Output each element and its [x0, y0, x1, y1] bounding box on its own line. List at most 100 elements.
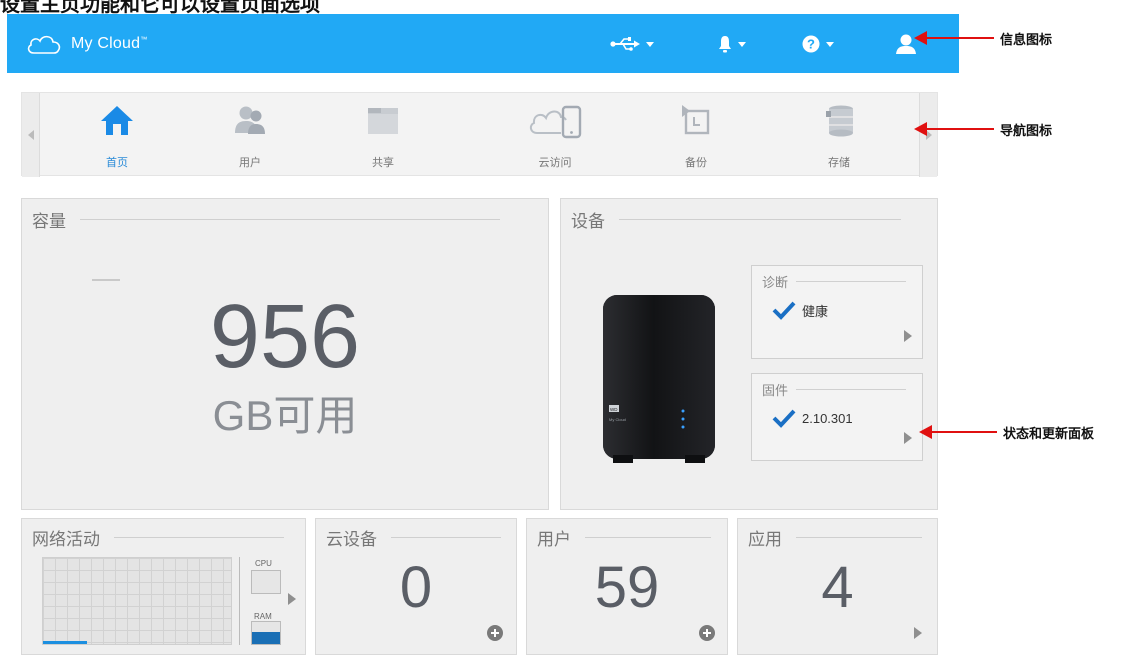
users-title-text: 用户: [537, 530, 571, 549]
help-icon: ?: [802, 35, 820, 53]
network-graph: [42, 557, 232, 645]
annotation-nav-icons: 导航图标: [1000, 123, 1053, 138]
ram-gauge-fill: [252, 631, 280, 644]
apps-title-text: 应用: [748, 530, 782, 549]
cloud-devices-title: 云设备: [326, 525, 501, 550]
nav-item-home[interactable]: 首页: [72, 99, 162, 171]
firmware-card[interactable]: 固件 2.10.301: [751, 373, 923, 461]
brand-trademark: ™: [140, 36, 148, 44]
network-title: 网络活动: [32, 525, 284, 550]
checkmark-icon: [772, 301, 796, 320]
caret-right-icon: [904, 432, 912, 444]
cloud-logo-icon: [27, 35, 61, 54]
chevron-down-icon: [738, 41, 746, 47]
nav-item-backup[interactable]: 备份: [651, 99, 741, 171]
usb-icon: [610, 37, 640, 51]
users-panel: 用户 59: [526, 518, 728, 655]
storage-icon: [826, 105, 853, 137]
ram-gauge: [251, 621, 281, 645]
nav-item-users[interactable]: 用户: [205, 99, 295, 171]
folder-icon: [368, 108, 398, 134]
title-divider: [80, 219, 500, 220]
diagnostics-card[interactable]: 诊断 健康: [751, 265, 923, 359]
home-icon: [101, 106, 133, 135]
add-cloud-device-button[interactable]: [487, 625, 503, 641]
diagnostics-title-text: 诊断: [762, 275, 789, 290]
ram-label: RAM: [254, 612, 272, 621]
apps-details-arrow[interactable]: [914, 627, 922, 639]
device-brand-label: WD: [610, 407, 618, 412]
capacity-legend-mark: [92, 279, 120, 281]
apps-title: 应用: [748, 525, 922, 550]
nav-label-shares: 共享: [372, 157, 394, 169]
diagnostics-status-text: 健康: [802, 303, 829, 319]
usb-menu-button[interactable]: [610, 32, 654, 56]
annotation-status-panel: 状态和更新面板: [1003, 426, 1095, 441]
nav-label-storage: 存储: [828, 157, 850, 169]
device-model-label: My Cloud: [609, 417, 626, 422]
chevron-left-icon: [27, 130, 34, 140]
caret-right-icon: [904, 330, 912, 342]
title-divider: [391, 537, 501, 538]
chevron-down-icon: [646, 41, 654, 47]
backup-icon: [682, 105, 710, 135]
firmware-title-text: 固件: [762, 383, 789, 398]
device-title: 设备: [571, 207, 901, 232]
annotation-arrow-line: [931, 431, 997, 433]
device-panel: 设备 My Cloud WD 诊断 健康 固件 2.10.301: [560, 198, 938, 510]
firmware-status: 2.10.301: [772, 408, 853, 428]
title-divider: [619, 219, 901, 220]
cpu-gauge: [251, 570, 281, 594]
capacity-unit: GB可用: [212, 392, 358, 439]
cpu-label: CPU: [255, 559, 272, 568]
users-icon: [235, 106, 265, 134]
title-divider: [796, 281, 907, 282]
nav-item-cloud-access[interactable]: 云访问: [510, 99, 600, 171]
title-divider: [796, 537, 922, 538]
apps-panel: 应用 4: [737, 518, 938, 655]
help-menu-button[interactable]: ?: [802, 32, 834, 56]
nav-item-storage[interactable]: 存储: [794, 99, 884, 171]
cloud-devices-panel: 云设备 0: [315, 518, 517, 655]
capacity-title: 容量: [32, 207, 500, 232]
app-header: My Cloud™ ?: [7, 14, 959, 73]
apps-count: 4: [821, 555, 854, 620]
firmware-version-text: 2.10.301: [802, 410, 853, 426]
cloud-devices-count: 0: [399, 555, 433, 620]
brand-name: My Cloud™: [71, 35, 147, 53]
nav-label-home: 首页: [106, 157, 128, 169]
diagnostics-status: 健康: [772, 300, 828, 320]
network-graph-bar: [43, 641, 87, 644]
annotation-info-icon: 信息图标: [1000, 32, 1053, 47]
cloud-devices-title-text: 云设备: [326, 530, 377, 549]
alerts-menu-button[interactable]: [718, 32, 746, 56]
nav-label-users: 用户: [239, 157, 261, 169]
users-count: 59: [594, 555, 660, 620]
page: 设置主页功能和它可以设置页面选项 My Cloud™ ? 首页 用户 共享 云访…: [0, 0, 1133, 655]
network-details-arrow[interactable]: [288, 593, 296, 605]
diagnostics-title: 诊断: [762, 272, 907, 291]
cloud-phone-icon: [529, 105, 582, 139]
chevron-down-icon: [826, 41, 834, 47]
add-user-button[interactable]: [699, 625, 715, 641]
svg-text:?: ?: [807, 37, 815, 52]
network-activity-panel: 网络活动 CPU RAM: [21, 518, 306, 655]
capacity-value: 956: [209, 287, 361, 387]
graph-divider: [239, 557, 240, 645]
firmware-title: 固件: [762, 380, 907, 399]
nas-device-image: My Cloud WD: [603, 295, 715, 463]
capacity-title-text: 容量: [32, 212, 66, 231]
title-divider: [585, 537, 711, 538]
nav-bar: 首页 用户 共享 云访问 备份 存储: [21, 92, 938, 177]
brand-label: My Cloud: [71, 35, 141, 52]
nav-label-backup: 备份: [685, 157, 707, 169]
annotation-arrow-line: [926, 37, 994, 39]
annotation-arrow-line: [926, 128, 994, 130]
network-title-text: 网络活动: [32, 530, 100, 549]
title-divider: [114, 537, 284, 538]
nav-item-shares[interactable]: 共享: [338, 99, 428, 171]
device-title-text: 设备: [571, 212, 605, 231]
capacity-panel: 容量 956 GB可用: [21, 198, 549, 510]
nav-scroll-left-button[interactable]: [22, 93, 40, 177]
brand[interactable]: My Cloud™: [25, 32, 147, 56]
